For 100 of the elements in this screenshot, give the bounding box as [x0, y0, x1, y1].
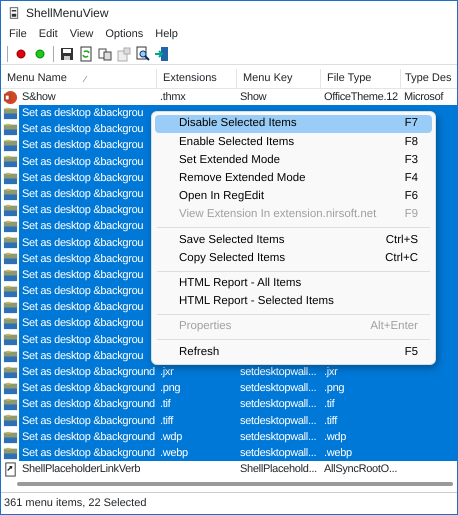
- table-cell-text: Microsof: [403, 90, 444, 105]
- image-file-icon: [2, 170, 18, 186]
- presentation-file-icon: [2, 90, 18, 105]
- menu-label: Set Extended Mode: [179, 152, 280, 168]
- copy-icon[interactable]: [97, 46, 113, 62]
- table-cell-text: S&how: [21, 90, 57, 105]
- menu-item[interactable]: Options: [99, 26, 150, 42]
- image-file-icon: [2, 300, 18, 316]
- scrollbar[interactable]: [17, 482, 453, 486]
- image-file-icon: [2, 251, 18, 266]
- menu-label: Remove Extended Mode: [179, 171, 306, 186]
- table-row[interactable]: Set as desktop &background .jxr setdesktopwall... .jxr: [1, 364, 457, 380]
- column-header[interactable]: Menu Key: [243, 70, 293, 87]
- table-cell: .png: [157, 380, 237, 397]
- table-cell: Set as desktop &background: [19, 396, 157, 413]
- menu-label: Copy Selected Items: [179, 250, 286, 266]
- column-header[interactable]: Menu Name: [7, 70, 67, 87]
- find-icon[interactable]: [135, 46, 151, 62]
- column-header[interactable]: File Type: [327, 70, 372, 87]
- table-row[interactable]: Set as desktop &background .png setdesktopwall... .png: [1, 380, 457, 397]
- shortcut-text: F3: [404, 152, 418, 168]
- menu-item[interactable]: Edit: [32, 26, 64, 42]
- table-cell: setdesktopwall...: [237, 396, 321, 413]
- table-cell: Set as desktop &backgrou: [19, 105, 159, 122]
- shortcut-text: F4: [404, 171, 418, 186]
- table-cell: .jxr: [321, 364, 401, 380]
- image-file-icon: [2, 413, 18, 428]
- table-row[interactable]: Set as desktop &background .wdp setdesktopwall... .wdp: [1, 428, 457, 446]
- image-file-icon: [2, 219, 18, 234]
- menu-label: Save Selected Items: [179, 232, 284, 248]
- table-cell-text: .thmx: [159, 90, 186, 105]
- refresh-icon[interactable]: [78, 46, 94, 62]
- image-file-icon: [2, 332, 18, 348]
- table-row[interactable]: S&how .thmx Show OfficeTheme.12 Microsof: [1, 89, 457, 106]
- menu-label: HTML Report - Selected Items: [179, 294, 334, 310]
- table-cell: .tiff: [157, 412, 237, 429]
- table-cell: Set as desktop &background: [19, 380, 157, 397]
- shortcut-text: Ctrl+C: [385, 250, 418, 266]
- image-file-icon: [2, 316, 18, 332]
- table-cell: Set as desktop &background: [19, 364, 157, 380]
- menu-label: Properties: [179, 319, 232, 334]
- app-icon: [8, 7, 20, 19]
- save-icon[interactable]: [59, 46, 75, 62]
- image-file-icon: [2, 364, 18, 380]
- table-row[interactable]: Set as desktop &background .webp setdesktopwall... .webp: [1, 445, 457, 462]
- table-cell: .wdp: [321, 428, 401, 446]
- table-row[interactable]: Set as desktop &background .tiff setdesktopwall... .tiff: [1, 412, 457, 429]
- shortcut-text: F6: [404, 189, 418, 204]
- image-file-icon: [2, 186, 18, 202]
- status-text: 361 menu items, 22 Selected: [1, 492, 457, 514]
- image-file-icon: [2, 380, 18, 396]
- table-cell: setdesktopwall...: [237, 428, 321, 446]
- image-file-icon: [2, 106, 18, 121]
- menu-item[interactable]: View: [64, 26, 100, 42]
- window-title: ShellMenuView: [26, 5, 108, 22]
- column-header[interactable]: Extensions: [163, 70, 217, 87]
- image-file-icon: [2, 430, 18, 445]
- table-cell: setdesktopwall...: [237, 380, 321, 397]
- menu-item[interactable]: File: [3, 26, 33, 42]
- table-cell: Set as desktop &background: [19, 445, 157, 462]
- menu-item[interactable]: Help: [149, 26, 184, 42]
- table-cell-text: OfficeTheme.12: [323, 90, 399, 105]
- table-cell: .tif: [321, 396, 401, 413]
- exit-icon[interactable]: [154, 46, 170, 62]
- table-cell: setdesktopwall...: [237, 364, 321, 380]
- table-cell-text: AllSyncRootO...: [323, 462, 398, 478]
- table-cell: Set as desktop &background: [19, 428, 157, 446]
- image-file-icon: [2, 284, 18, 299]
- image-file-icon: [2, 122, 18, 137]
- table-cell: .tiff: [321, 412, 401, 429]
- table-row[interactable]: Set as desktop &background .tif setdesktopwall... .tif: [1, 396, 457, 413]
- table-cell: .webp: [321, 445, 401, 462]
- table-cell-text: ShellPlacehold...: [239, 462, 318, 478]
- shortcut-text: Ctrl+S: [386, 232, 418, 248]
- image-file-icon: [2, 235, 18, 250]
- menu-label: Open In RegEdit: [179, 189, 264, 204]
- table-row[interactable]: ShellPlaceholderLinkVerb ShellPlacehold... AllSyncRootO...: [1, 461, 457, 478]
- menu-label: HTML Report - All Items: [179, 276, 302, 291]
- table-cell: setdesktopwall...: [237, 445, 321, 462]
- shortcut-file-icon: [2, 462, 18, 477]
- image-file-icon: [2, 202, 18, 218]
- image-file-icon: [2, 446, 18, 461]
- table-cell-text: Show: [239, 90, 268, 105]
- image-file-icon: [2, 138, 18, 154]
- menu-item[interactable]: Disable Selected Items F7: [155, 115, 432, 134]
- image-file-icon: [2, 268, 18, 283]
- column-header[interactable]: Type Des: [405, 70, 452, 87]
- shortcut-text: Alt+Enter: [370, 319, 418, 334]
- image-file-icon: [2, 154, 18, 170]
- table-cell: .tif: [157, 396, 237, 413]
- table-cell: .webp: [157, 445, 237, 462]
- table-cell-text: ShellPlaceholderLinkVerb: [21, 462, 142, 478]
- shortcut-text: F8: [404, 134, 418, 150]
- menu-label: Enable Selected Items: [179, 134, 294, 150]
- table-cell: .png: [321, 380, 401, 397]
- table-cell: setdesktopwall...: [237, 412, 321, 429]
- image-file-icon: [2, 397, 18, 412]
- table-cell: .wdp: [157, 428, 237, 446]
- image-file-icon: [2, 348, 18, 364]
- table-cell: .jxr: [157, 364, 237, 380]
